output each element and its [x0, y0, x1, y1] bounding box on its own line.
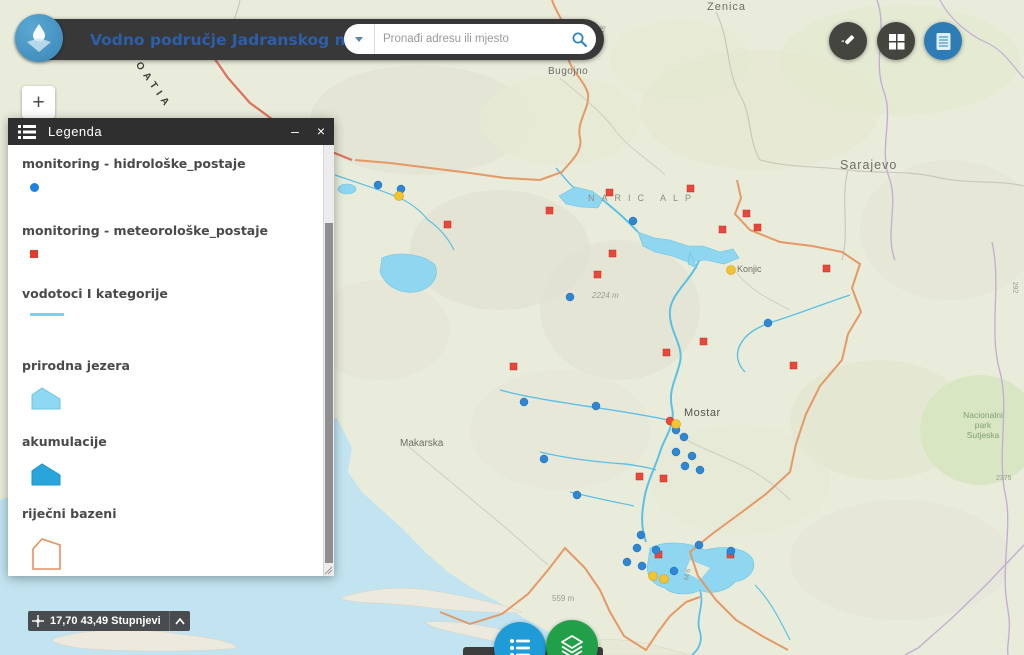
search-source-dropdown[interactable]: [344, 24, 375, 54]
bullet-list-icon: [509, 638, 531, 655]
water-drop-icon: [24, 22, 54, 54]
coordinate-capture-button[interactable]: [28, 611, 48, 631]
terrain-shading: [310, 5, 1024, 620]
chevron-down-icon: [355, 37, 363, 42]
layers-icon: [560, 634, 584, 655]
layer-list-button[interactable]: [924, 22, 962, 60]
apps-button[interactable]: [877, 22, 915, 60]
coordinate-widget: 17,70 43,49 Stupnjevi: [28, 611, 190, 631]
legend-item-hydro-label: monitoring - hidrološke_postaje: [22, 156, 246, 171]
search-icon: [571, 31, 588, 48]
legend-panel: Legenda – × monitoring - hidrološke_post…: [8, 118, 334, 576]
search-box: [344, 24, 596, 54]
app-title: Vodno područje Jadranskog mora: [90, 19, 380, 60]
legend-body: monitoring - hidrološke_postaje monitori…: [8, 145, 334, 576]
legend-swatch-vodotoci: [30, 313, 64, 316]
legend-item-akumulacije-label: akumulacije: [22, 434, 107, 449]
legend-minimize-button[interactable]: –: [282, 118, 308, 145]
legend-swatch-meteo: [30, 250, 38, 258]
legend-swatch-akumulacije: [30, 459, 64, 489]
pencil-icon: [839, 32, 857, 50]
zoom-in-button[interactable]: +: [22, 86, 55, 119]
crosshair-icon: [32, 615, 44, 627]
legend-resize-handle[interactable]: [323, 565, 333, 575]
legend-close-button[interactable]: ×: [308, 118, 334, 145]
legend-swatch-bazeni: [30, 535, 64, 576]
legend-swatch-jezera: [30, 383, 64, 413]
legend-item-meteo-label: monitoring - meteorološke_postaje: [22, 223, 268, 238]
draw-tool-button[interactable]: [829, 22, 867, 60]
app-logo: [15, 14, 63, 62]
apps-grid-icon: [888, 33, 905, 50]
legend-list-icon: [18, 125, 36, 139]
legend-swatch-hydro: [30, 183, 39, 192]
search-button[interactable]: [562, 24, 596, 54]
legend-header[interactable]: Legenda – ×: [8, 118, 334, 145]
chevron-up-icon: [175, 618, 185, 625]
search-input[interactable]: [375, 33, 562, 45]
legend-item-bazeni-label: riječni bazeni: [22, 506, 116, 521]
legend-item-jezera-label: prirodna jezera: [22, 358, 130, 373]
legend-scrollbar-thumb[interactable]: [325, 223, 333, 563]
legend-scrollbar[interactable]: [323, 145, 334, 576]
plus-icon: +: [32, 91, 44, 115]
coordinate-expand-button[interactable]: [169, 611, 190, 631]
header-bar: Vodno područje Jadranskog mora: [16, 19, 604, 60]
layer-list-icon: [935, 32, 952, 51]
coordinate-readout: 17,70 43,49 Stupnjevi: [48, 615, 169, 627]
legend-item-vodotoci-label: vodotoci I kategorije: [22, 286, 168, 301]
legend-title: Legenda: [48, 124, 102, 139]
app-window: Zenica Bugojno Sarajevo Konjic Mostar Ma…: [0, 0, 1024, 655]
